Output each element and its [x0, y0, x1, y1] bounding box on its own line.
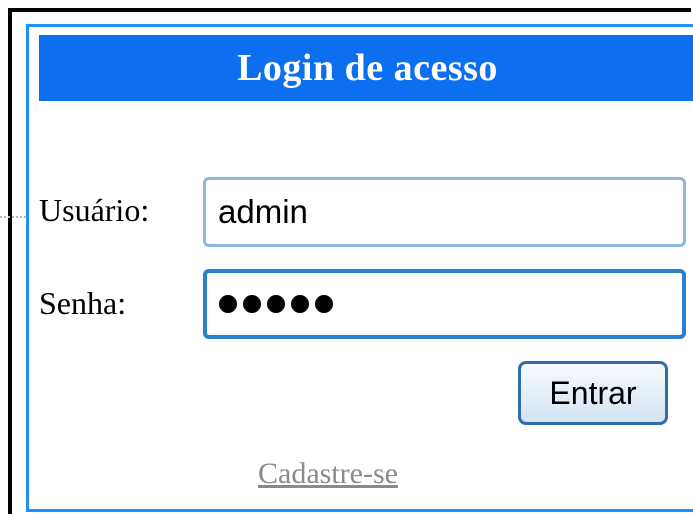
password-label: Senha: — [39, 285, 127, 321]
username-input[interactable]: admin — [203, 177, 686, 247]
divider — [0, 216, 26, 218]
password-dot — [315, 295, 333, 313]
login-submit-button[interactable]: Entrar — [518, 361, 668, 425]
username-value: admin — [218, 193, 308, 230]
password-mask — [219, 295, 333, 313]
login-panel: Login de acesso Usuário: admin Senha: En… — [26, 24, 693, 512]
password-dot — [291, 295, 309, 313]
password-dot — [219, 295, 237, 313]
login-title: Login de acesso — [39, 35, 693, 101]
username-label: Usuário: — [39, 192, 150, 228]
password-dot — [243, 295, 261, 313]
register-link[interactable]: Cadastre-se — [258, 457, 398, 491]
password-dot — [267, 295, 285, 313]
password-input[interactable] — [203, 269, 686, 339]
